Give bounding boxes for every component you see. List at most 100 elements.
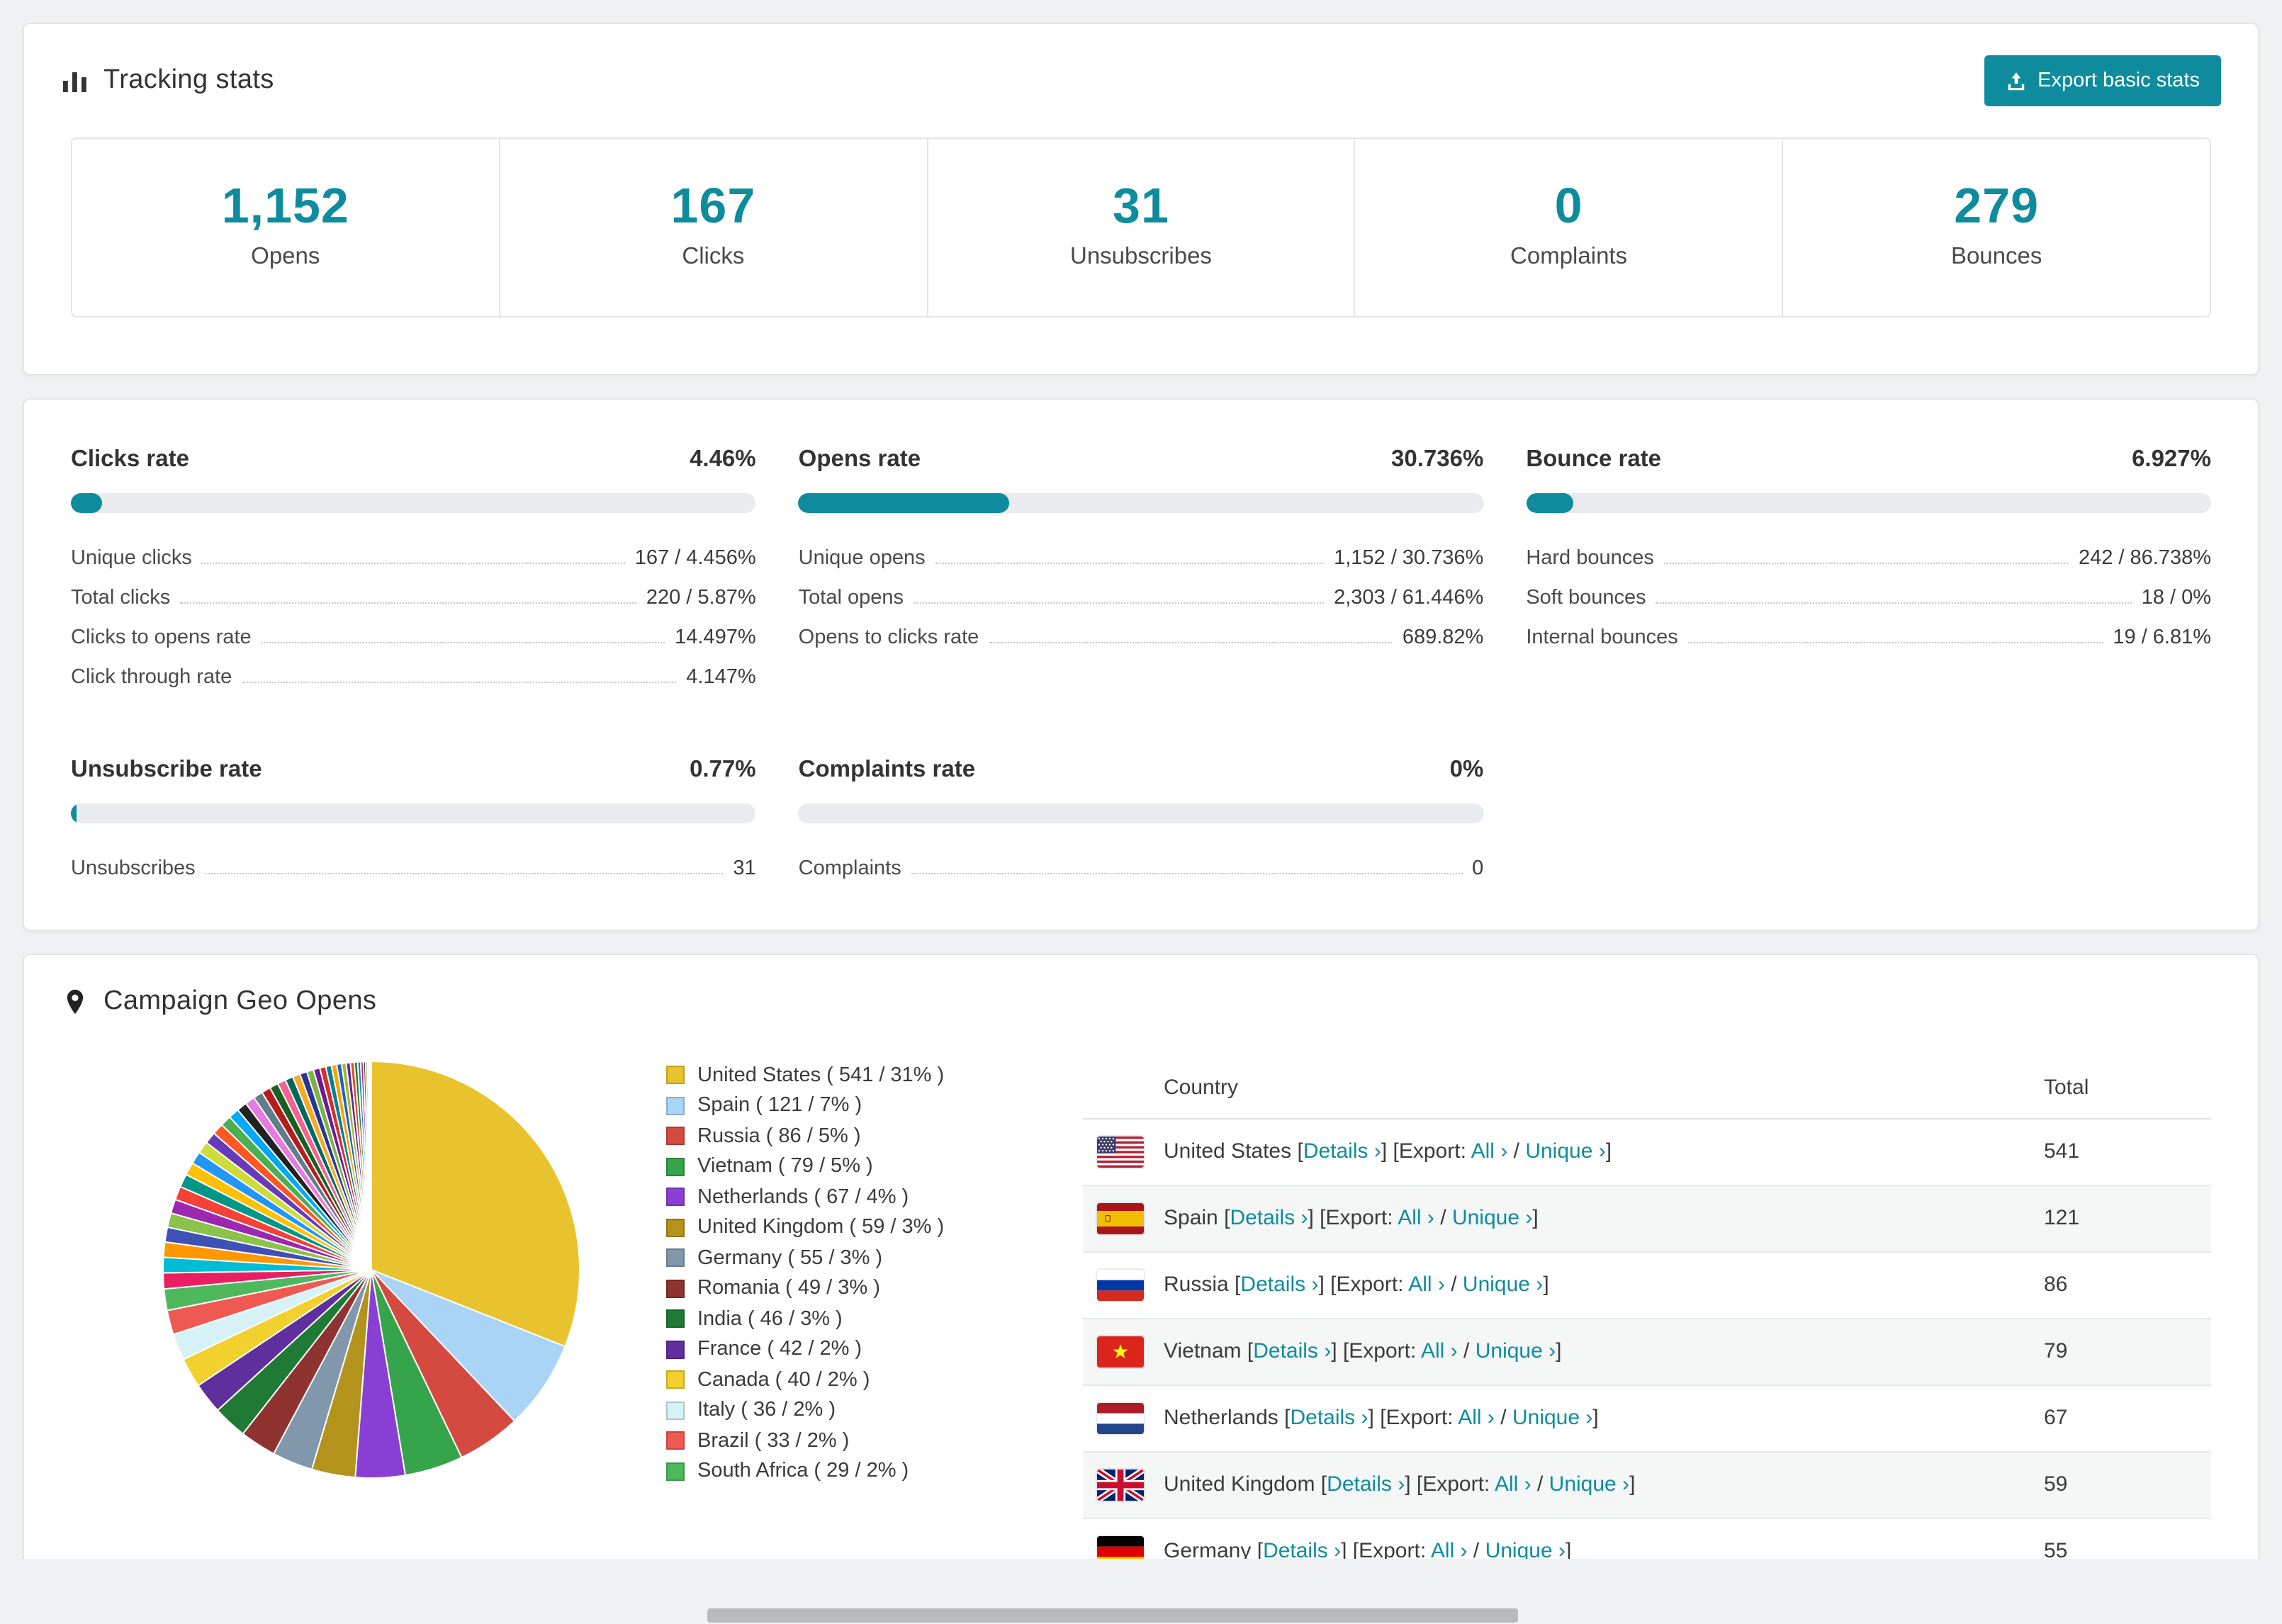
dotted-leader: [1656, 602, 2132, 604]
details-link[interactable]: Details ›: [1240, 1273, 1318, 1297]
legend-swatch: [666, 1462, 685, 1480]
horizontal-scrollbar-thumb[interactable]: [707, 1608, 1518, 1623]
map-pin-icon: [61, 988, 89, 1016]
rate-progress-fill: [798, 492, 1009, 513]
export-unique-link[interactable]: Unique ›: [1452, 1207, 1532, 1231]
details-link[interactable]: Details ›: [1290, 1406, 1368, 1431]
country-name: Netherlands: [1164, 1406, 1278, 1431]
stat-cell: 31 Unsubscribes: [926, 139, 1354, 316]
legend-label: United Kingdom ( 59 / 3% ): [697, 1216, 945, 1239]
export-unique-link[interactable]: Unique ›: [1549, 1473, 1629, 1497]
legend-item: Romania ( 49 / 3% ): [666, 1273, 1023, 1304]
pie-legend: United States ( 541 / 31% ) Spain ( 121 /…: [666, 1060, 1023, 1487]
country-total: 79: [2044, 1339, 2068, 1364]
legend-swatch: [666, 1157, 685, 1175]
geo-table-header: Country Total: [1083, 1057, 2211, 1120]
country-name: Spain: [1164, 1206, 1218, 1231]
stat-row-value: 18 / 0%: [2141, 586, 2211, 609]
stat-row-value: 4.147%: [686, 665, 756, 689]
dotted-leader: [1663, 562, 2069, 564]
dotted-leader: [914, 602, 1325, 604]
export-all-link[interactable]: All ›: [1471, 1140, 1508, 1164]
export-unique-link[interactable]: Unique ›: [1463, 1273, 1543, 1297]
stat-leader-row: Total clicks 220 / 5.87%: [71, 573, 756, 612]
export-prefix: [Export:: [1393, 1139, 1466, 1164]
export-all-link[interactable]: All ›: [1408, 1273, 1445, 1297]
dotted-leader: [205, 872, 724, 874]
geo-table-row: Netherlands [Details ›] [Export: All › /…: [1083, 1386, 2211, 1453]
stat-row-label: Clicks to opens rate: [71, 626, 252, 649]
stat-row-label: Opens to clicks rate: [798, 626, 979, 649]
country-name: United States: [1164, 1139, 1292, 1164]
column-header-total: Total: [2044, 1075, 2089, 1100]
stat-leader-row: Complaints 0: [799, 843, 1484, 883]
legend-item: Spain ( 121 / 7% ): [666, 1090, 1023, 1121]
export-unique-link[interactable]: Unique ›: [1525, 1140, 1605, 1164]
stat-value: 31: [1113, 179, 1169, 234]
stat-row-value: 0: [1472, 857, 1484, 880]
rate-block: Unsubscribe rate 0.77% Unsubscribes 31: [71, 757, 756, 883]
dotted-leader: [180, 602, 636, 604]
geo-table-row: Russia [Details ›] [Export: All › / Uniq…: [1083, 1253, 2211, 1319]
stats-strip: 1,152 Opens 167 Clicks 31 Unsubscribes 0 Compla…: [71, 137, 2211, 317]
rate-title: Unsubscribe rate: [71, 756, 262, 782]
legend-swatch: [666, 1401, 685, 1419]
export-prefix: [Export:: [1380, 1406, 1454, 1431]
country-total: 86: [2044, 1273, 2068, 1297]
flag-es-icon: [1097, 1202, 1144, 1234]
export-basic-stats-button[interactable]: Export basic stats: [1984, 55, 2221, 106]
export-prefix: [Export:: [1342, 1339, 1417, 1364]
stat-row-value: 167 / 4.456%: [634, 546, 756, 570]
rate-progress-bar: [798, 492, 1484, 513]
country-name: United Kingdom: [1164, 1472, 1315, 1497]
geo-content: United States ( 541 / 31% ) Spain ( 121 /…: [24, 1040, 2258, 1624]
stat-row-value: 242 / 86.738%: [2078, 546, 2211, 570]
flag-vn-icon: [1097, 1336, 1144, 1368]
tracking-stats-header: Tracking stats Export basic stats: [24, 24, 2258, 129]
bottom-band: [0, 1559, 2282, 1624]
stat-label: Complaints: [1510, 243, 1628, 269]
rate-block: Complaints rate 0% Complaints 0: [798, 756, 1484, 883]
rates-card: Clicks rate 4.46% Unique clicks 167 / 4.456…: [23, 397, 2259, 931]
stat-row-value: 2,303 / 61.446%: [1334, 586, 1484, 609]
details-link[interactable]: Details ›: [1303, 1140, 1381, 1164]
legend-label: Spain ( 121 / 7% ): [697, 1094, 862, 1117]
rate-title: Bounce rate: [1526, 446, 1662, 472]
dotted-leader: [1687, 641, 2103, 643]
export-all-link[interactable]: All ›: [1495, 1473, 1531, 1497]
details-link[interactable]: Details ›: [1327, 1473, 1405, 1497]
legend-swatch: [666, 1279, 685, 1297]
export-all-link[interactable]: All ›: [1421, 1340, 1458, 1364]
stat-label: Unsubscribes: [1070, 243, 1212, 269]
stat-row-label: Total opens: [798, 586, 904, 609]
geo-table-row: United Kingdom [Details ›] [Export: All …: [1083, 1452, 2211, 1519]
rate-progress-bar: [798, 803, 1484, 823]
rate-value: 0.77%: [690, 756, 756, 782]
legend-item: Netherlands ( 67 / 4% ): [666, 1182, 1023, 1212]
stat-row-label: Unique clicks: [71, 546, 192, 570]
rate-progress-fill: [71, 803, 77, 823]
geo-header: Campaign Geo Opens: [24, 955, 2258, 1040]
legend-label: Vietnam ( 79 / 5% ): [697, 1155, 873, 1178]
tracking-stats-card: Tracking stats Export basic stats 1,152 O…: [23, 23, 2259, 376]
page: Tracking stats Export basic stats 1,152 O…: [0, 0, 2282, 1624]
export-all-link[interactable]: All ›: [1398, 1207, 1434, 1231]
export-unique-link[interactable]: Unique ›: [1476, 1340, 1556, 1364]
rate-progress-bar: [1526, 492, 2211, 513]
details-link[interactable]: Details ›: [1253, 1340, 1331, 1364]
export-all-link[interactable]: All ›: [1458, 1406, 1495, 1431]
stat-row-label: Click through rate: [71, 665, 232, 689]
legend-label: France ( 42 / 2% ): [697, 1338, 862, 1360]
dashboard-viewport: Tracking stats Export basic stats 1,152 O…: [0, 0, 2282, 1624]
country-total: 67: [2044, 1406, 2068, 1431]
legend-swatch: [666, 1066, 685, 1084]
legend-label: Romania ( 49 / 3% ): [697, 1277, 880, 1299]
stat-row-label: Complaints: [798, 857, 901, 880]
details-link[interactable]: Details ›: [1230, 1207, 1308, 1231]
flag-gb-icon: [1097, 1469, 1144, 1501]
export-unique-link[interactable]: Unique ›: [1512, 1406, 1592, 1431]
country-name: Vietnam: [1164, 1339, 1242, 1364]
rate-value: 0%: [1449, 756, 1484, 782]
bar-chart-icon: [61, 67, 89, 95]
stat-value: 279: [1954, 179, 2040, 234]
